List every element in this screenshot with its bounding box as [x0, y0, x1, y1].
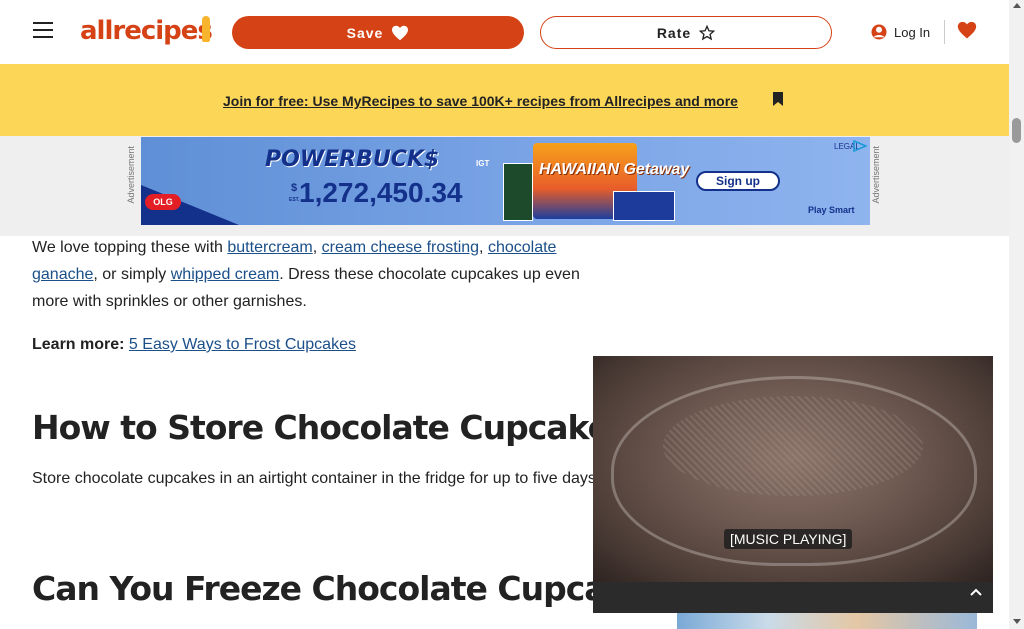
ad-label-right: Advertisement: [871, 146, 881, 204]
star-icon: [699, 24, 716, 40]
ad-banner[interactable]: OLG POWERBUCK$ IGT $ EST. 1,272,450.34 H…: [141, 137, 870, 225]
freeze-heading: Can You Freeze Chocolate Cupcakes?: [32, 569, 685, 608]
saved-recipes-heart-icon[interactable]: [957, 20, 977, 42]
scroll-up-arrow[interactable]: [1013, 3, 1021, 8]
logo-spoon-icon: [202, 16, 210, 42]
ad-card-images: [503, 143, 677, 221]
learn-more-label: Learn more:: [32, 336, 125, 353]
user-icon: [871, 24, 887, 40]
buttercream-link[interactable]: buttercream: [227, 239, 312, 256]
scrollbar-thumb[interactable]: [1012, 118, 1021, 143]
save-label: Save: [346, 24, 384, 41]
promo-bar: Join for free: Use MyRecipes to save 100…: [0, 64, 1009, 136]
rate-button[interactable]: Rate: [540, 16, 832, 49]
paragraph-sep: ,: [479, 239, 488, 256]
ad-playsmart: Play Smart: [808, 205, 855, 215]
heart-icon: [392, 25, 409, 40]
olg-logo: OLG: [145, 194, 181, 210]
adchoices-icon[interactable]: [853, 140, 867, 152]
next-video-thumbnail[interactable]: [677, 613, 977, 629]
whipped-cream-link[interactable]: whipped cream: [171, 266, 280, 283]
video-player[interactable]: [MUSIC PLAYING]: [593, 356, 993, 613]
store-heading: How to Store Chocolate Cupcakes: [32, 408, 629, 447]
learn-more-line: Learn more: 5 Easy Ways to Frost Cupcake…: [32, 331, 356, 358]
join-free-link[interactable]: Join for free: Use MyRecipes to save 100…: [223, 93, 738, 109]
login-button[interactable]: Log In: [870, 22, 930, 42]
paragraph-text: , or simply: [93, 266, 171, 283]
paragraph-sep: ,: [312, 239, 322, 256]
site-header: allrecipes Save Rate Log In: [0, 0, 1009, 64]
header-divider: [944, 20, 945, 44]
ad-est: EST.: [289, 197, 300, 203]
close-icon[interactable]: [966, 582, 986, 602]
ad-jackpot-amount: 1,272,450.34: [299, 177, 463, 208]
frosting-paragraph: We love topping these with buttercream , …: [32, 234, 612, 315]
ad-signup-button[interactable]: Sign up: [696, 171, 780, 191]
ad-label-left: Advertisement: [126, 146, 136, 204]
save-button[interactable]: Save: [232, 16, 524, 49]
logo-text: allrecipes: [80, 16, 213, 46]
video-frame: [MUSIC PLAYING]: [593, 356, 993, 582]
login-label: Log In: [894, 24, 931, 40]
store-paragraph: Store chocolate cupcakes in an airtight …: [32, 470, 601, 487]
rate-label: Rate: [656, 24, 692, 41]
ad-powerbucks-title: POWERBUCK$: [265, 147, 440, 172]
frost-cupcakes-link[interactable]: 5 Easy Ways to Frost Cupcakes: [129, 336, 356, 353]
ad-igt-label: IGT: [476, 159, 490, 168]
bookmark-icon[interactable]: [772, 91, 784, 107]
page-scrollbar[interactable]: [1009, 0, 1024, 629]
allrecipes-logo[interactable]: allrecipes: [80, 14, 213, 48]
video-caption: [MUSIC PLAYING]: [724, 529, 853, 549]
ad-currency: $: [291, 182, 298, 194]
cream-cheese-frosting-link[interactable]: cream cheese frosting: [322, 239, 479, 256]
ad-hawaiian-title: HAWAIIAN Getaway: [539, 161, 690, 178]
hamburger-icon[interactable]: [33, 22, 53, 40]
paragraph-text: We love topping these with: [32, 239, 228, 256]
video-sieve: [663, 396, 923, 496]
scroll-down-arrow[interactable]: [1013, 619, 1021, 624]
